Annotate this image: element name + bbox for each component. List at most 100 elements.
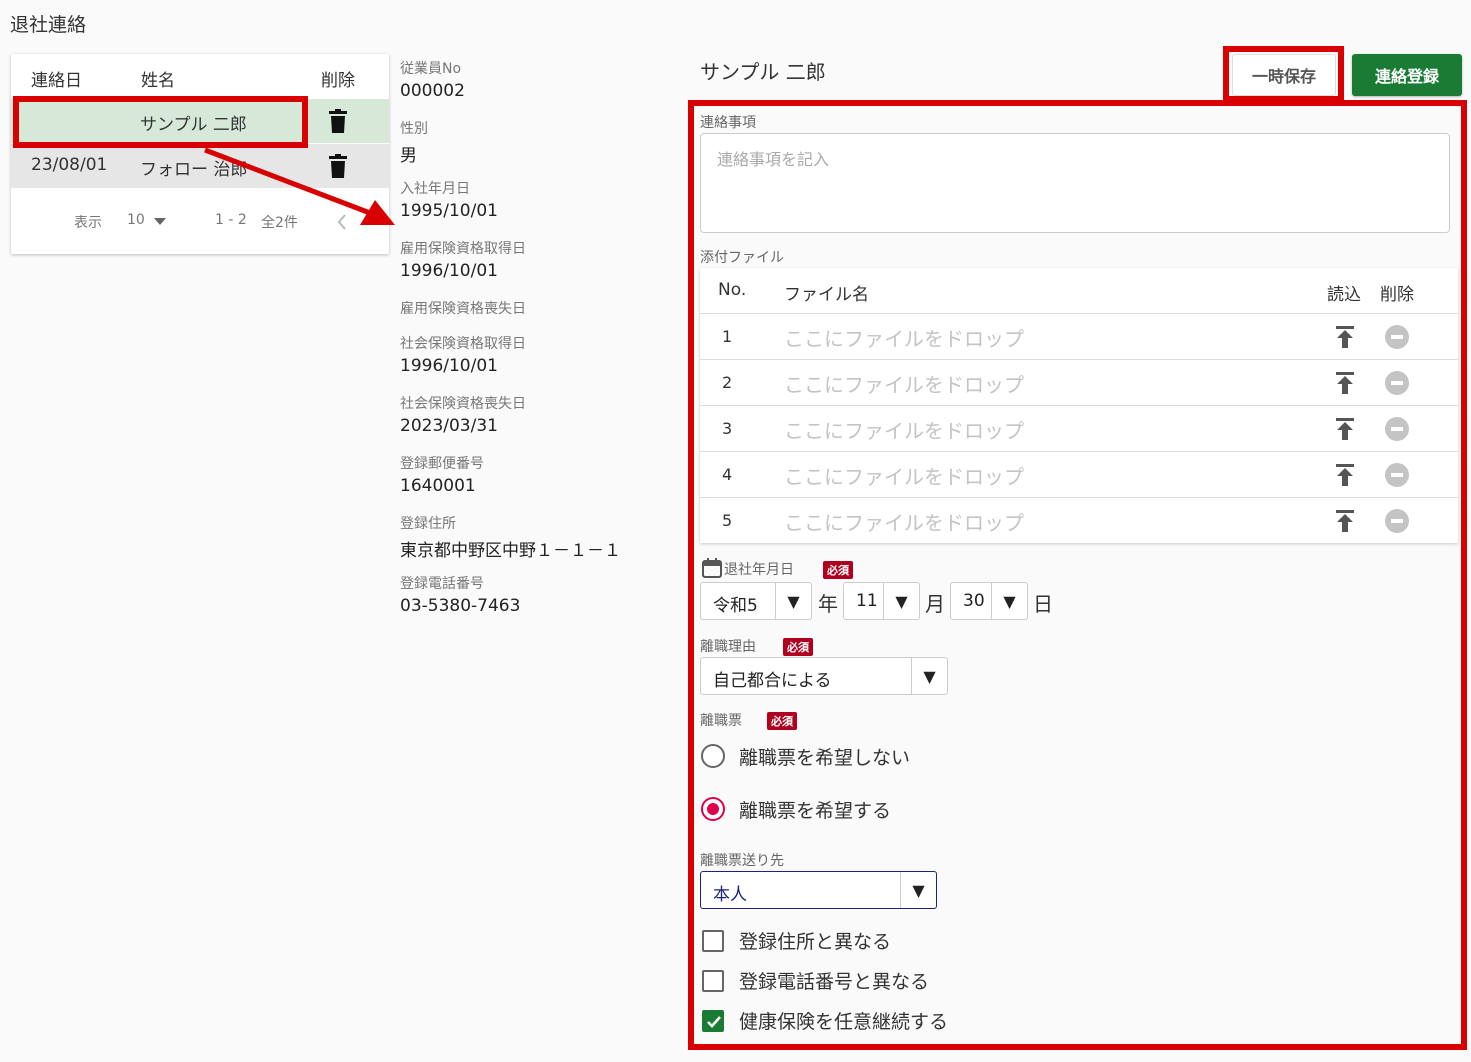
header-date[interactable]: 連絡日 bbox=[31, 66, 82, 91]
month-value: 11 bbox=[856, 591, 878, 611]
dropdown-arrow-icon: ▼ bbox=[883, 583, 919, 619]
info-value: 03-5380-7463 bbox=[400, 596, 521, 616]
chevron-down-icon[interactable] bbox=[154, 218, 166, 226]
calendar-icon bbox=[702, 558, 722, 578]
info-value: 1995/10/01 bbox=[400, 201, 498, 221]
attachments-label: 添付ファイル bbox=[700, 250, 784, 266]
info-social-insurance-acquired: 社会保険資格取得日 1996/10/01 bbox=[400, 333, 660, 393]
info-phone: 登録電話番号 03-5380-7463 bbox=[400, 573, 660, 633]
required-badge: 必須 bbox=[823, 561, 853, 579]
leave-date-label: 退社年月日 bbox=[724, 562, 794, 578]
upload-icon[interactable] bbox=[1336, 418, 1354, 440]
header-load: 読込 bbox=[1327, 285, 1361, 305]
checkbox-phone-differs[interactable] bbox=[702, 970, 724, 992]
row-no: 3 bbox=[722, 419, 733, 438]
month-unit: 月 bbox=[925, 592, 945, 616]
remove-icon[interactable] bbox=[1385, 509, 1409, 533]
drop-zone[interactable]: ここにファイルをドロップ bbox=[784, 461, 1024, 490]
checkbox-health-insurance-label[interactable]: 健康保険を任意継続する bbox=[739, 1007, 948, 1034]
page-size-select[interactable]: 10 bbox=[127, 212, 145, 228]
day-select[interactable]: 30 ▼ bbox=[950, 582, 1028, 620]
row-no: 4 bbox=[722, 465, 733, 484]
page-title: 退社連絡 bbox=[10, 14, 87, 36]
temp-save-button[interactable]: 一時保存 bbox=[1232, 54, 1336, 96]
drop-zone[interactable]: ここにファイルをドロップ bbox=[784, 323, 1024, 352]
drop-zone[interactable]: ここにファイルをドロップ bbox=[784, 415, 1024, 444]
dropdown-arrow-icon: ▼ bbox=[991, 583, 1027, 619]
header-filename: ファイル名 bbox=[784, 285, 869, 305]
attachment-row[interactable]: 1 ここにファイルをドロップ bbox=[700, 314, 1458, 360]
checkbox-address-differs[interactable] bbox=[702, 930, 724, 952]
info-value: 000002 bbox=[400, 81, 465, 101]
info-label: 社会保険資格喪失日 bbox=[400, 396, 526, 412]
info-address: 登録住所 東京都中野区中野１－１－１ bbox=[400, 513, 660, 573]
list-row-selected[interactable]: サンプル 二郎 bbox=[11, 99, 389, 143]
row-date: 23/08/01 bbox=[31, 155, 108, 175]
required-badge: 必須 bbox=[767, 712, 797, 730]
day-value: 30 bbox=[963, 591, 985, 611]
attachment-row[interactable]: 2 ここにファイルをドロップ bbox=[700, 360, 1458, 406]
info-value: 男 bbox=[400, 146, 417, 166]
radio-want-slip[interactable] bbox=[701, 797, 725, 821]
attachment-table: No. ファイル名 読込 削除 1 ここにファイルをドロップ 2 ここにファイル… bbox=[700, 268, 1458, 543]
trash-icon[interactable] bbox=[329, 109, 347, 133]
info-value: 1996/10/01 bbox=[400, 261, 498, 281]
send-to-label: 離職票送り先 bbox=[700, 853, 784, 869]
upload-icon[interactable] bbox=[1336, 326, 1354, 348]
header-name[interactable]: 姓名 bbox=[141, 66, 175, 91]
required-badge: 必須 bbox=[783, 638, 813, 656]
send-to-select[interactable]: 本人 ▼ bbox=[700, 871, 937, 909]
era-year-select[interactable]: 令和5 ▼ bbox=[700, 582, 812, 620]
row-no: 1 bbox=[722, 327, 733, 346]
info-emp-insurance-acquired: 雇用保険資格取得日 1996/10/01 bbox=[400, 238, 660, 298]
attachment-table-header: No. ファイル名 読込 削除 bbox=[700, 268, 1458, 314]
info-label: 従業員No bbox=[400, 61, 462, 77]
info-label: 登録郵便番号 bbox=[400, 456, 484, 472]
pager-display-label: 表示 bbox=[74, 215, 102, 231]
info-value: 1996/10/01 bbox=[400, 356, 498, 376]
checkbox-health-insurance[interactable] bbox=[702, 1010, 724, 1032]
row-no: 2 bbox=[722, 373, 733, 392]
info-value: 東京都中野区中野１－１－１ bbox=[400, 541, 621, 561]
remove-icon[interactable] bbox=[1385, 371, 1409, 395]
attachment-row[interactable]: 3 ここにファイルをドロップ bbox=[700, 406, 1458, 452]
attachment-row[interactable]: 5 ここにファイルをドロップ bbox=[700, 498, 1458, 544]
month-select[interactable]: 11 ▼ bbox=[843, 582, 920, 620]
remove-icon[interactable] bbox=[1385, 325, 1409, 349]
remove-icon[interactable] bbox=[1385, 417, 1409, 441]
row-no: 5 bbox=[722, 511, 733, 530]
year-unit: 年 bbox=[818, 592, 838, 616]
drop-zone[interactable]: ここにファイルをドロップ bbox=[784, 507, 1024, 536]
info-value: 2023/03/31 bbox=[400, 416, 498, 436]
row-name: サンプル 二郎 bbox=[140, 115, 247, 135]
notes-textarea[interactable]: 連絡事項を記入 bbox=[700, 133, 1450, 233]
send-to-value: 本人 bbox=[713, 885, 747, 905]
reason-value: 自己都合による bbox=[713, 671, 832, 691]
header-no: No. bbox=[718, 280, 747, 300]
checkbox-phone-differs-label[interactable]: 登録電話番号と異なる bbox=[739, 967, 929, 994]
checkbox-address-differs-label[interactable]: 登録住所と異なる bbox=[739, 927, 891, 954]
info-employee-no: 従業員No 000002 bbox=[400, 58, 660, 118]
info-label: 社会保険資格取得日 bbox=[400, 336, 526, 352]
radio-no-slip[interactable] bbox=[701, 744, 725, 768]
attachment-row[interactable]: 4 ここにファイルをドロップ bbox=[700, 452, 1458, 498]
header-delete: 削除 bbox=[321, 71, 355, 91]
info-label: 入社年月日 bbox=[400, 181, 470, 197]
notes-label: 連絡事項 bbox=[700, 115, 756, 131]
info-emp-insurance-lost: 雇用保険資格喪失日 bbox=[400, 298, 660, 333]
info-label: 登録電話番号 bbox=[400, 576, 484, 592]
upload-icon[interactable] bbox=[1336, 464, 1354, 486]
drop-zone[interactable]: ここにファイルをドロップ bbox=[784, 369, 1024, 398]
info-label: 雇用保険資格取得日 bbox=[400, 241, 526, 257]
radio-no-slip-label[interactable]: 離職票を希望しない bbox=[739, 743, 910, 770]
upload-icon[interactable] bbox=[1336, 510, 1354, 532]
remove-icon[interactable] bbox=[1385, 463, 1409, 487]
separation-slip-label: 離職票 bbox=[700, 713, 742, 729]
employee-info: 従業員No 000002 性別 男 入社年月日 1995/10/01 雇用保険資… bbox=[400, 58, 660, 633]
reason-select[interactable]: 自己都合による ▼ bbox=[700, 657, 948, 695]
person-name: サンプル 二郎 bbox=[700, 60, 826, 84]
upload-icon[interactable] bbox=[1336, 372, 1354, 394]
dropdown-arrow-icon: ▼ bbox=[775, 583, 811, 619]
radio-want-slip-label[interactable]: 離職票を希望する bbox=[739, 796, 891, 823]
register-button[interactable]: 連絡登録 bbox=[1352, 54, 1462, 96]
